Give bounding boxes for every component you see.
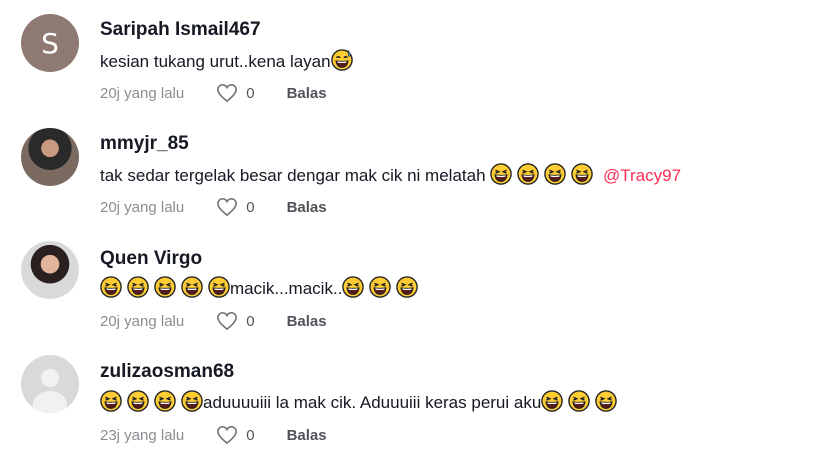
comment-username[interactable]: Quen Virgo (100, 248, 202, 270)
comment-time: 20j yang lalu (100, 198, 185, 216)
grinning-squinting-face-icon (369, 276, 391, 298)
comment-username[interactable]: mmyjr_85 (100, 133, 189, 155)
like-count: 0 (246, 84, 255, 102)
comment-text: tak sedar tergelak besar dengar mak cik … (100, 166, 486, 185)
grinning-squinting-face-icon (208, 276, 230, 298)
heart-outline-icon[interactable] (216, 311, 238, 331)
grinning-squinting-face-icon (517, 163, 539, 185)
avatar[interactable]: S (21, 14, 79, 72)
reply-button[interactable]: Balas (287, 85, 327, 102)
heart-outline-icon[interactable] (216, 197, 238, 217)
grinning-squinting-face-icon (127, 276, 149, 298)
default-avatar-head (41, 369, 59, 387)
comment-meta: 20j yang lalu 0 Balas (100, 83, 327, 103)
grinning-squinting-face-icon (100, 276, 122, 298)
heart-outline-icon[interactable] (216, 83, 238, 103)
grinning-squinting-face-icon (181, 390, 203, 412)
like-count: 0 (246, 198, 255, 216)
reply-button[interactable]: Balas (287, 199, 327, 216)
reply-button[interactable]: Balas (287, 313, 327, 330)
grinning-squinting-face-icon (127, 390, 149, 412)
grinning-squinting-face-icon (396, 276, 418, 298)
grinning-squinting-face-icon (154, 276, 176, 298)
grinning-squinting-face-icon (571, 163, 593, 185)
comment-time: 23j yang lalu (100, 426, 185, 444)
comment-username[interactable]: Saripah Ismail467 (100, 19, 261, 41)
comment-text: macik...macik.. (230, 279, 343, 298)
heart-outline-icon[interactable] (216, 425, 238, 445)
grinning-squinting-face-icon (568, 390, 590, 412)
mention-link[interactable]: @Tracy97 (603, 166, 681, 185)
comment-text-line: macik...macik.. (100, 276, 423, 299)
comment-text: kesian tukang urut..kena layan (100, 52, 331, 71)
grinning-squinting-face-icon (595, 390, 617, 412)
avatar-letter: S (41, 26, 59, 60)
like-count: 0 (246, 312, 255, 330)
grinning-squinting-face-icon (342, 276, 364, 298)
avatar[interactable] (21, 241, 79, 299)
like-count: 0 (246, 426, 255, 444)
comment-time: 20j yang lalu (100, 312, 185, 330)
comment-username[interactable]: zulizaosman68 (100, 361, 234, 383)
comment-time: 20j yang lalu (100, 84, 185, 102)
comment-text: aduuuuiii la mak cik. Aduuuiii keras per… (203, 393, 542, 412)
reply-button[interactable]: Balas (287, 427, 327, 444)
avatar[interactable] (21, 128, 79, 186)
comment-item: Quen Virgo macik...macik.. 20j yang lalu… (0, 228, 815, 342)
comment-item: S Saripah Ismail467 kesian tukang urut..… (0, 0, 815, 114)
comment-text-line: tak sedar tergelak besar dengar mak cik … (100, 163, 681, 186)
grinning-squinting-face-icon (541, 390, 563, 412)
comment-meta: 20j yang lalu 0 Balas (100, 311, 327, 331)
default-avatar-body (33, 391, 67, 413)
avatar[interactable] (21, 355, 79, 413)
grinning-squinting-face-icon (100, 390, 122, 412)
grinning-squinting-face-icon (490, 163, 512, 185)
comment-text-line: kesian tukang urut..kena layan (100, 49, 358, 72)
grinning-squinting-face-icon (181, 276, 203, 298)
comment-item: zulizaosman68 aduuuuiii la mak cik. Aduu… (0, 342, 815, 456)
comment-meta: 23j yang lalu 0 Balas (100, 425, 327, 445)
comment-item: mmyjr_85 tak sedar tergelak besar dengar… (0, 114, 815, 228)
grinning-sweat-face-icon (331, 49, 353, 71)
grinning-squinting-face-icon (154, 390, 176, 412)
grinning-squinting-face-icon (544, 163, 566, 185)
comment-text-line: aduuuuiii la mak cik. Aduuuiii keras per… (100, 390, 622, 413)
comment-meta: 20j yang lalu 0 Balas (100, 197, 327, 217)
